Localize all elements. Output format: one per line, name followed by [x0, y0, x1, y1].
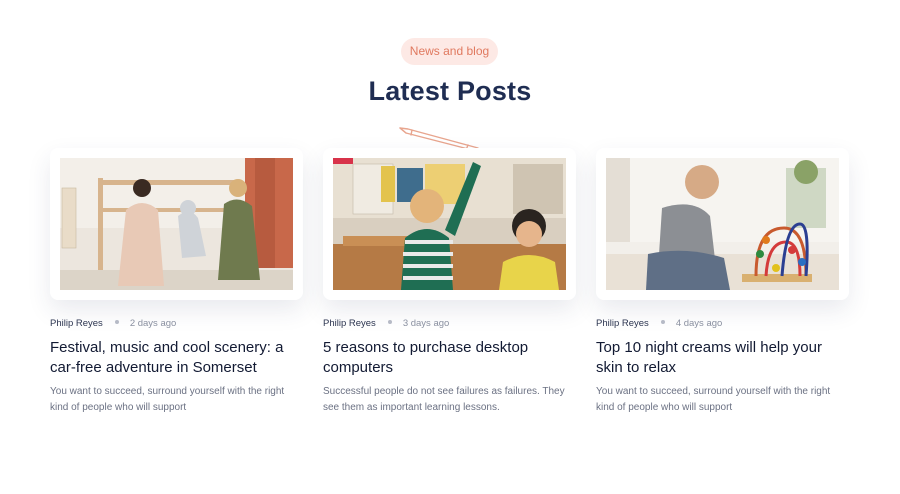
post-excerpt: You want to succeed, surround yourself w…: [50, 386, 285, 413]
post-author-link[interactable]: Philip Reyes: [50, 318, 103, 329]
separator-dot: [114, 320, 119, 325]
post-date: 3 days ago: [402, 318, 450, 329]
post-date: 2 days ago: [129, 318, 177, 329]
classroom-children-photo-icon: [333, 158, 566, 290]
post-title-link[interactable]: Festival, music and cool scenery: a car-…: [50, 338, 303, 378]
post-image-frame[interactable]: [50, 148, 303, 300]
post-excerpt: You want to succeed, surround yourself w…: [596, 386, 831, 413]
post-author-link[interactable]: Philip Reyes: [323, 318, 376, 329]
separator-dot: [387, 320, 392, 325]
post-meta: Philip Reyes 4 days ago: [596, 318, 849, 332]
section-title: Latest Posts: [368, 76, 532, 106]
post-meta: Philip Reyes 2 days ago: [50, 318, 303, 332]
post-title-link[interactable]: Top 10 night creams will help your skin …: [596, 338, 849, 378]
post-image-frame[interactable]: [596, 148, 849, 300]
separator-dot: [660, 320, 665, 325]
post-date: 4 days ago: [675, 318, 723, 329]
post-image[interactable]: [60, 158, 293, 290]
toddler-bead-maze-photo-icon: [606, 158, 839, 290]
post-author-link[interactable]: Philip Reyes: [596, 318, 649, 329]
post-image[interactable]: [333, 158, 566, 290]
children-playing-photo-icon: [60, 158, 293, 290]
post-excerpt: Successful people do not see failures as…: [323, 386, 565, 413]
post-image-frame[interactable]: [323, 148, 576, 300]
section-eyebrow-badge: News and blog: [401, 38, 498, 65]
post-title-link[interactable]: 5 reasons to purchase desktop computers: [323, 338, 576, 378]
latest-posts-section: News and blog Latest Posts Philip Reyes …: [0, 0, 900, 494]
post-meta: Philip Reyes 3 days ago: [323, 318, 576, 332]
post-image[interactable]: [606, 158, 839, 290]
